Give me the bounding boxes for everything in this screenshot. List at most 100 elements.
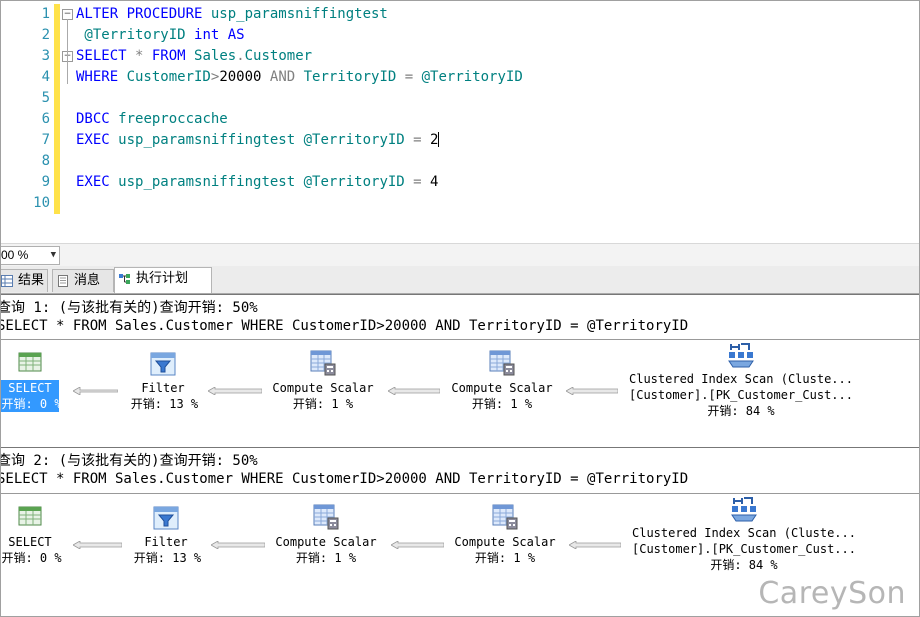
code-line: EXEC usp_paramsniffingtest @TerritoryID … — [76, 172, 438, 193]
plan-operator-clustered-index-scan[interactable]: Clustered Index Scan (Cluste... [Customer… — [628, 525, 860, 573]
code-token: @TerritoryID — [76, 27, 195, 43]
operator-cost: 开销: 13 % — [130, 397, 199, 411]
zoom-value: 00 % — [1, 248, 29, 262]
zoom-dropdown[interactable]: 00 % ▼ — [0, 246, 60, 265]
message-icon — [58, 275, 68, 287]
compute-scalar-icon[interactable] — [492, 504, 518, 534]
chevron-down-icon[interactable]: ▼ — [51, 247, 56, 264]
select-icon[interactable] — [18, 352, 42, 376]
plan-operator-compute-scalar[interactable]: Compute Scalar 开销: 1 % — [451, 534, 559, 566]
plan-operator-select[interactable]: SELECT 开销: 0 % — [1, 534, 62, 566]
changed-lines-marker — [54, 4, 60, 214]
code-line: DBCC freeproccache — [76, 109, 228, 130]
code-token: usp_paramsniffingtest — [118, 132, 304, 148]
code-token: usp_paramsniffingtest — [210, 6, 388, 22]
code-line: WHERE CustomerID>20000 AND TerritoryID =… — [76, 67, 523, 88]
watermark: CareySon — [758, 576, 906, 611]
clustered-index-scan-icon[interactable] — [730, 496, 758, 526]
operator-name: Compute Scalar — [275, 535, 377, 549]
operator-cost: 开销: 84 % — [710, 558, 778, 572]
line-number: 1 — [41, 6, 50, 22]
code-token: EXEC — [76, 132, 119, 148]
line-number: 4 — [41, 69, 50, 85]
query-1-plan[interactable]: SELECT 开销: 0 % Filter 开销: 13 % Compute Sca… — [0, 340, 920, 445]
plan-operator-filter[interactable]: Filter 开销: 13 % — [133, 534, 202, 566]
tab-execution-plan-label: 执行计划 — [136, 271, 189, 286]
line-number: 3 — [41, 48, 50, 64]
code-token: WHERE — [76, 69, 127, 85]
code-line: SELECT * FROM Sales.Customer — [76, 46, 312, 67]
operator-cost: 开销: 0 % — [1, 551, 62, 565]
query-1-cost-text: 查询 1: (与该批有关的)查询开销: 50% — [0, 300, 258, 316]
code-token: freeproccache — [118, 111, 228, 127]
editor-status-strip: 00 % ▼ — [0, 243, 920, 266]
operator-cost: 开销: 1 % — [295, 551, 357, 565]
code-token: * — [135, 48, 152, 64]
code-token: 4 — [430, 174, 439, 190]
grid-icon — [1, 275, 13, 287]
tab-results[interactable]: 结果 — [0, 269, 48, 292]
data-flow-arrow — [387, 380, 441, 396]
code-token: 20000 — [219, 69, 270, 85]
sql-editor[interactable]: 1 2 3 4 5 6 7 8 9 10 ALTER PROCEDURE usp_paramsni… — [0, 0, 920, 243]
operator-cost: 开销: 13 % — [133, 551, 202, 565]
code-token: int AS — [194, 27, 245, 43]
filter-icon[interactable] — [153, 506, 179, 534]
tab-results-label: 结果 — [18, 273, 45, 288]
data-flow-arrow — [568, 534, 622, 550]
code-token: DBCC — [76, 111, 119, 127]
line-number: 8 — [41, 153, 50, 169]
query-2-cost-text: 查询 2: (与该批有关的)查询开销: 50% — [0, 453, 258, 469]
compute-scalar-icon[interactable] — [489, 350, 515, 380]
line-number: 10 — [33, 195, 50, 211]
line-number: 6 — [41, 111, 50, 127]
line-number-gutter: 1 2 3 4 5 6 7 8 9 10 — [0, 0, 54, 215]
code-token: SELECT — [76, 48, 136, 64]
code-token: @TerritoryID — [421, 69, 523, 85]
operator-name: SELECT — [8, 535, 52, 549]
code-token: = — [413, 174, 431, 190]
operator-name: Clustered Index Scan (Cluste... — [629, 372, 853, 386]
operator-name: Filter — [144, 535, 188, 549]
compute-scalar-icon[interactable] — [310, 350, 336, 380]
data-flow-arrow — [72, 534, 123, 550]
operator-cost: 开销: 1 % — [474, 551, 536, 565]
filter-icon[interactable] — [150, 352, 176, 380]
data-flow-arrow — [72, 380, 119, 396]
compute-scalar-icon[interactable] — [313, 504, 339, 534]
query-2-header: 查询 2: (与该批有关的)查询开销: 50% SELECT * FROM Sa… — [0, 448, 920, 492]
query-2-sql-text: SELECT * FROM Sales.Customer WHERE Custo… — [0, 471, 689, 487]
plan-operator-clustered-index-scan[interactable]: Clustered Index Scan (Cluste... [Customer… — [625, 371, 857, 419]
line-number: 9 — [41, 174, 50, 190]
results-tab-strip: 结果 消息 执行计划 — [0, 266, 920, 294]
code-token: 2 — [430, 132, 439, 148]
operator-name: Filter — [141, 381, 185, 395]
code-line: EXEC usp_paramsniffingtest @TerritoryID … — [76, 130, 440, 151]
operator-name: [Customer].[PK_Customer_Cust... — [632, 542, 856, 556]
plan-operator-select[interactable]: SELECT 开销: 0 % — [1, 380, 62, 412]
operator-cost: 开销: 1 % — [292, 397, 354, 411]
data-flow-arrow — [210, 534, 266, 550]
tab-execution-plan[interactable]: 执行计划 — [114, 267, 212, 293]
text-caret — [438, 132, 440, 147]
tab-messages[interactable]: 消息 — [52, 269, 114, 292]
code-line: ALTER PROCEDURE usp_paramsniffingtest — [76, 4, 388, 25]
tab-messages-label: 消息 — [74, 273, 101, 288]
operator-name: [Customer].[PK_Customer_Cust... — [629, 388, 853, 402]
clustered-index-scan-icon[interactable] — [727, 342, 755, 372]
select-icon[interactable] — [18, 506, 42, 530]
plan-operator-filter[interactable]: Filter 开销: 13 % — [130, 380, 199, 412]
data-flow-arrow — [207, 380, 263, 396]
code-token: ALTER PROCEDURE — [76, 6, 211, 22]
query-1-sql-text: SELECT * FROM Sales.Customer WHERE Custo… — [0, 318, 689, 334]
plan-operator-compute-scalar[interactable]: Compute Scalar 开销: 1 % — [272, 534, 380, 566]
code-line: @TerritoryID int AS — [76, 25, 245, 46]
code-token: FROM — [151, 48, 195, 64]
plan-operator-compute-scalar[interactable]: Compute Scalar 开销: 1 % — [269, 380, 377, 412]
plan-operator-compute-scalar[interactable]: Compute Scalar 开销: 1 % — [448, 380, 556, 412]
operator-name: Compute Scalar — [272, 381, 374, 395]
operator-name: Clustered Index Scan (Cluste... — [632, 526, 856, 540]
execution-plan-icon — [119, 274, 130, 284]
code-token: Customer — [244, 48, 313, 64]
code-token: Sales — [194, 48, 237, 64]
